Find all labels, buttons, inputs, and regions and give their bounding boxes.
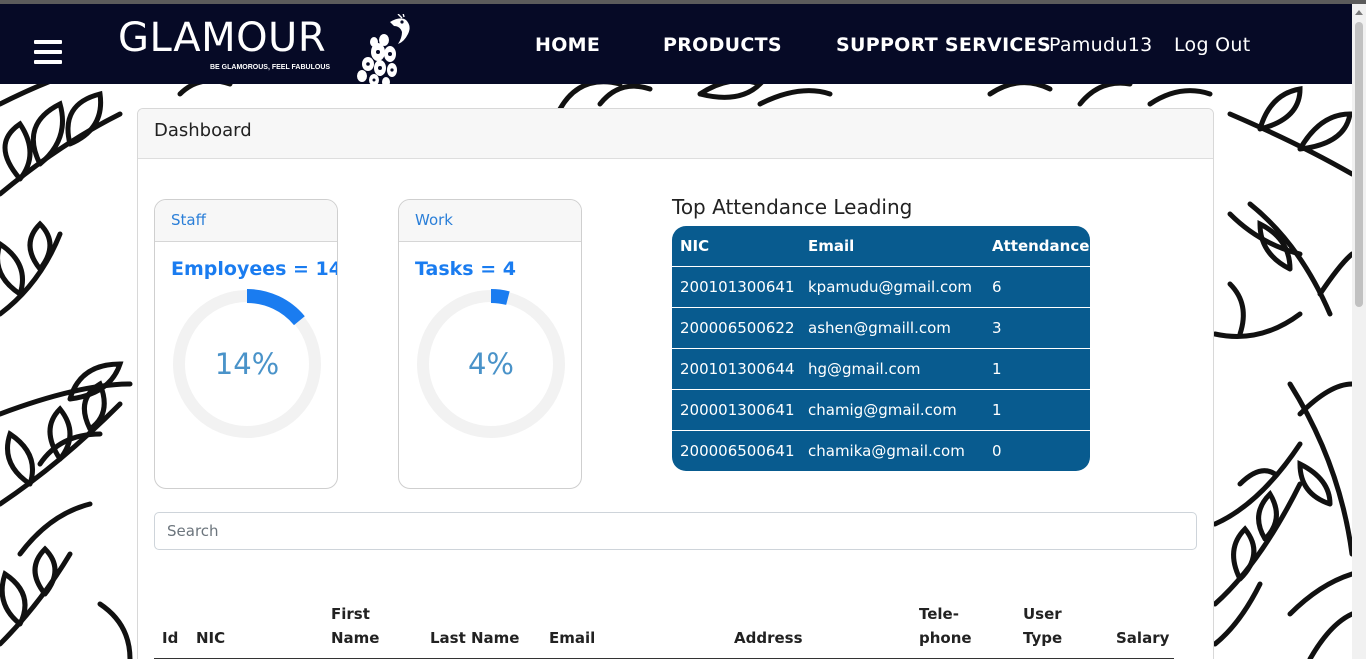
attendance-nic: 200006500622 [680,319,795,337]
attendance-value: 3 [992,319,1002,337]
col-header-telephone-line2[interactable]: phone [919,626,972,650]
staff-card: Staff Employees = 14 14% [154,199,338,489]
work-card: Work Tasks = 4 4% [398,199,582,489]
col-header-salary[interactable]: Salary [1116,626,1169,650]
col-header-address[interactable]: Address [734,626,803,650]
work-progress-ring: 4% [417,289,565,438]
nav-support-services-link[interactable]: SUPPORT SERVICES [836,34,1051,56]
search-input[interactable] [154,512,1197,550]
staff-percent-label: 14% [215,347,279,381]
scroll-up-arrow-icon[interactable] [1355,10,1363,15]
brand-logo[interactable]: GLAMOUR BE GLAMOROUS, FEEL FABULOUS [118,14,410,87]
attendance-nic: 200001300641 [680,401,795,419]
staff-progress-ring: 14% [173,289,321,438]
nav-username[interactable]: Pamudu13 [1049,34,1152,56]
attendance-email: hg@gmail.com [808,360,921,378]
col-header-first-name-line1[interactable]: First [331,602,370,626]
work-card-header: Work [399,200,581,242]
attendance-email: chamika@gmail.com [808,442,965,460]
attendance-row: 200001300641 chamig@gmail.com 1 [672,389,1090,430]
attendance-email: ashen@gmaill.com [808,319,951,337]
work-percent-label: 4% [468,347,514,381]
brand-name: GLAMOUR [118,15,327,61]
nav-products-link[interactable]: PRODUCTS [663,34,782,56]
attendance-nic: 200101300644 [680,360,795,378]
attendance-table: NIC Email Attendance 200101300641 kpamud… [672,226,1090,471]
attendance-header-row: NIC Email Attendance [672,226,1090,266]
col-header-user-type-line1[interactable]: User [1023,602,1062,626]
attendance-row: 200101300644 hg@gmail.com 1 [672,348,1090,389]
attendance-value: 1 [992,360,1002,378]
staff-card-header: Staff [155,200,337,242]
employees-count: Employees = 14 [171,258,338,280]
col-header-user-type-line2[interactable]: Type [1023,626,1062,650]
staff-progress-arc [246,289,305,326]
dashboard-title: Dashboard [138,109,1213,159]
attendance-col-email: Email [808,237,855,255]
top-navbar: GLAMOUR BE GLAMOROUS, FEEL FABULOUS HOME… [0,4,1352,87]
col-header-email[interactable]: Email [549,626,595,650]
nav-home-link[interactable]: HOME [535,34,600,56]
brand-tagline: BE GLAMOROUS, FEEL FABULOUS [210,64,331,71]
col-header-id[interactable]: Id [162,626,178,650]
attendance-email: kpamudu@gmail.com [808,278,973,296]
attendance-value: 6 [992,278,1002,296]
attendance-value: 1 [992,401,1002,419]
dashboard-card: Dashboard Staff Employees = 14 14% Work … [137,108,1214,659]
attendance-email: chamig@gmail.com [808,401,957,419]
scrollbar-thumb[interactable] [1355,22,1363,307]
work-progress-arc [490,289,510,305]
col-header-first-name-line2[interactable]: Name [331,626,379,650]
logout-link[interactable]: Log Out [1174,34,1251,56]
attendance-row: 200006500622 ashen@gmaill.com 3 [672,307,1090,348]
col-header-nic[interactable]: NIC [196,626,225,650]
attendance-nic: 200101300641 [680,278,795,296]
peacock-icon [357,14,410,87]
col-header-last-name[interactable]: Last Name [430,626,519,650]
attendance-nic: 200006500641 [680,442,795,460]
attendance-title: Top Attendance Leading [672,195,913,219]
attendance-row: 200101300641 kpamudu@gmail.com 6 [672,266,1090,307]
attendance-col-nic: NIC [680,237,710,255]
col-header-telephone-line1[interactable]: Tele- [919,602,959,626]
attendance-row: 200006500641 chamika@gmail.com 0 [672,430,1090,471]
attendance-col-attendance: Attendance [992,237,1090,255]
attendance-value: 0 [992,442,1002,460]
tasks-count: Tasks = 4 [415,258,516,280]
menu-icon[interactable] [34,40,62,64]
page-scrollbar[interactable] [1352,4,1366,659]
